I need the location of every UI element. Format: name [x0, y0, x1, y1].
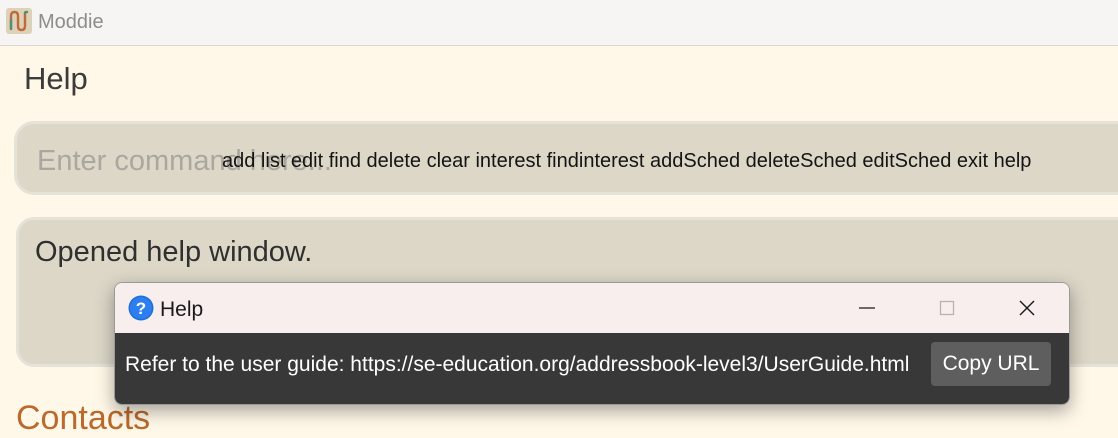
svg-text:?: ? — [136, 299, 146, 318]
minimize-button[interactable] — [835, 283, 899, 333]
copy-url-button[interactable]: Copy URL — [931, 342, 1051, 386]
help-dialog-body: Refer to the user guide: https://se-educ… — [115, 333, 1069, 404]
help-menu[interactable]: Help — [24, 60, 88, 98]
maximize-button[interactable] — [915, 283, 979, 333]
main-titlebar: Moddie — [0, 0, 1118, 46]
result-text: Opened help window. — [35, 236, 313, 268]
close-button[interactable] — [995, 283, 1059, 333]
command-box: add list edit find delete clear interest… — [14, 121, 1118, 195]
close-icon — [1019, 300, 1035, 316]
help-dialog-title: Help — [160, 298, 204, 321]
window-title: Moddie — [38, 11, 104, 33]
minimize-icon — [859, 307, 875, 309]
moddie-logo-icon — [6, 8, 32, 34]
maximize-icon — [939, 300, 955, 316]
help-dialog-titlebar[interactable]: ? Help — [115, 283, 1069, 333]
help-question-icon: ? — [128, 295, 154, 321]
help-dialog: ? Help Refer to the user guide: https://… — [114, 282, 1070, 405]
command-suggestions: add list edit find delete clear interest… — [222, 150, 1032, 172]
user-guide-message: Refer to the user guide: https://se-educ… — [125, 353, 910, 376]
